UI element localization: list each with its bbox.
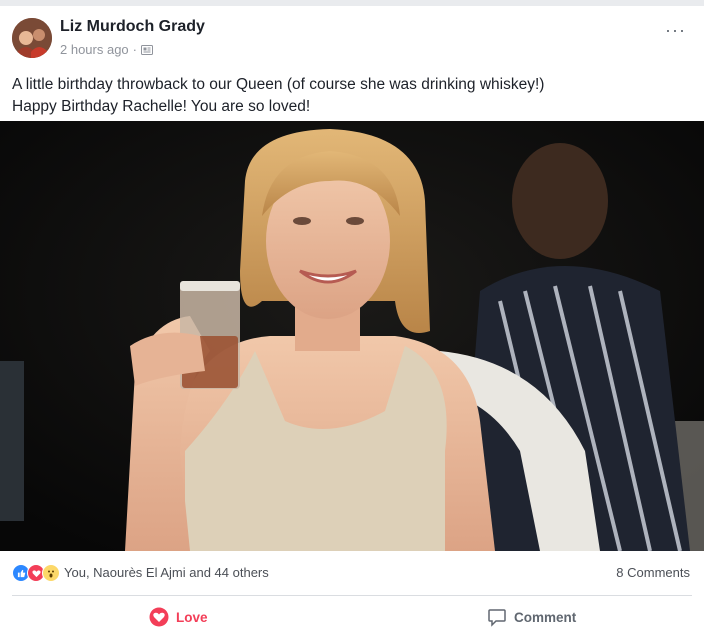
- avatar-image: [12, 18, 52, 58]
- author-name[interactable]: Liz Murdoch Grady: [60, 18, 205, 36]
- post-header: Liz Murdoch Grady 2 hours ago · ···: [12, 18, 692, 62]
- photo-image: [0, 121, 704, 551]
- action-bar: Love Comment: [12, 602, 692, 632]
- post-text-line: A little birthday throwback to our Queen…: [12, 76, 545, 93]
- love-button[interactable]: Love: [149, 602, 208, 632]
- reactors-summary[interactable]: You, Naourès El Ajmi and 44 others: [64, 565, 269, 580]
- post-meta: 2 hours ago ·: [60, 42, 154, 57]
- wow-icon: [42, 564, 60, 582]
- comment-icon: [488, 609, 506, 627]
- comment-button[interactable]: Comment: [487, 602, 576, 632]
- post-timestamp[interactable]: 2 hours ago: [60, 42, 129, 57]
- post-card: Liz Murdoch Grady 2 hours ago · ··· A li…: [0, 6, 704, 634]
- post-text-line: Happy Birthday Rachelle! You are so love…: [12, 98, 311, 115]
- meta-separator: ·: [132, 42, 138, 57]
- comments-count[interactable]: 8 Comments: [616, 565, 690, 580]
- love-button-label: Love: [176, 609, 208, 625]
- divider: [12, 595, 692, 596]
- post-photo[interactable]: [0, 121, 704, 551]
- comment-button-label: Comment: [514, 609, 577, 625]
- avatar[interactable]: [12, 18, 52, 58]
- reaction-icons[interactable]: [12, 564, 60, 582]
- audience-icon[interactable]: [141, 44, 154, 56]
- more-options-button[interactable]: ···: [665, 20, 686, 41]
- love-reaction-icon: [149, 607, 169, 627]
- post-text: A little birthday throwback to our Queen…: [12, 74, 692, 118]
- reactions-bar: You, Naourès El Ajmi and 44 others 8 Com…: [12, 564, 692, 584]
